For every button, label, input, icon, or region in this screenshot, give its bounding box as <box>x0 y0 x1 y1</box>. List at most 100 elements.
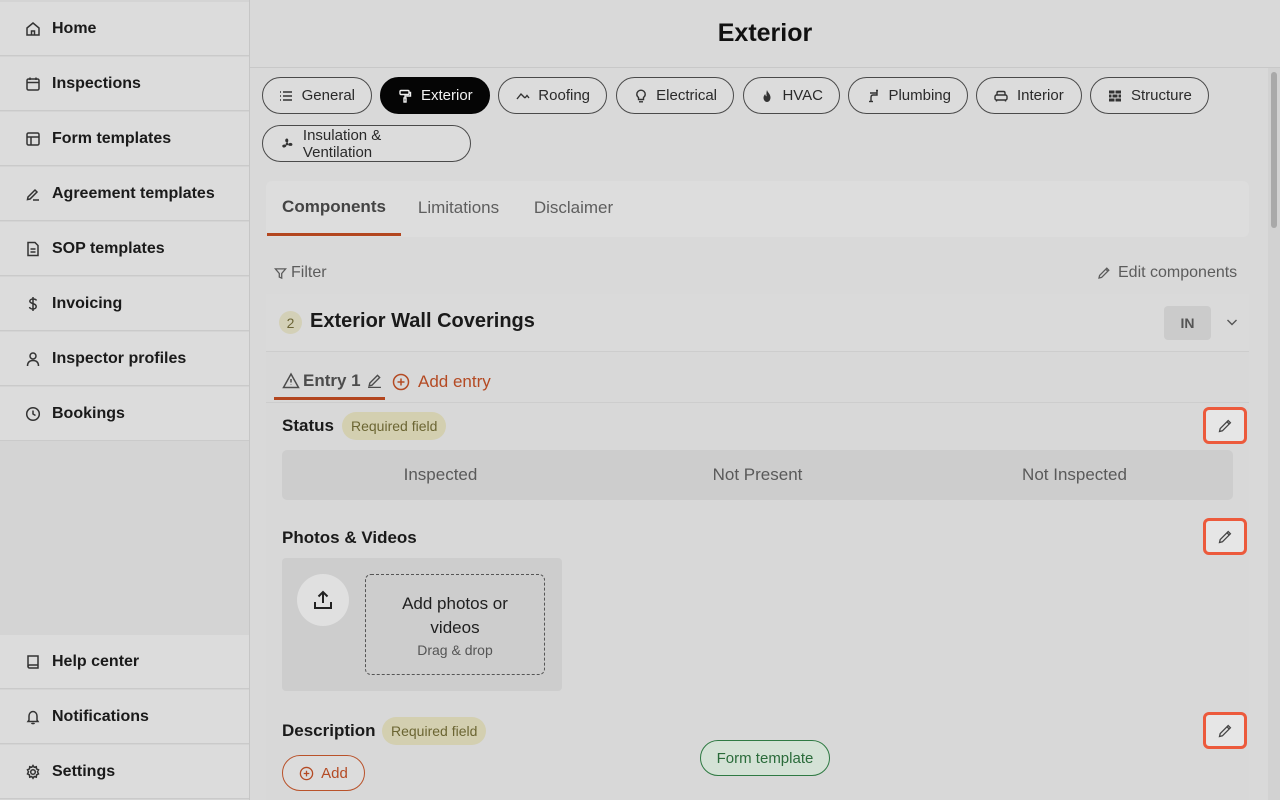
plus-circle-icon <box>299 766 314 780</box>
tab-components[interactable]: Components <box>267 181 401 236</box>
sidebar-item-label: Bookings <box>52 404 125 422</box>
lightbulb-icon <box>633 88 648 104</box>
component-title: Exterior Wall Coverings <box>310 310 535 332</box>
chip-general[interactable]: General <box>262 77 372 114</box>
chip-roofing[interactable]: Roofing <box>498 77 607 114</box>
chip-label: Interior <box>1017 87 1064 104</box>
layout-icon <box>24 130 42 148</box>
option-label: Inspected <box>403 465 478 484</box>
sidebar-item-sop-templates[interactable]: SOP templates <box>0 222 249 276</box>
pencil-icon <box>1218 724 1232 737</box>
edit-description-button[interactable] <box>1203 712 1247 749</box>
tab-disclaimer[interactable]: Disclaimer <box>516 181 631 235</box>
chip-electrical[interactable]: Electrical <box>616 77 734 114</box>
flame-icon <box>760 88 774 104</box>
chevron-down-icon[interactable] <box>1224 314 1240 330</box>
chip-structure[interactable]: Structure <box>1090 77 1209 114</box>
dropzone[interactable]: Add photos or videos Drag & drop <box>365 574 545 675</box>
sidebar-item-label: Settings <box>52 762 116 780</box>
status-label: Status <box>282 416 334 435</box>
roof-icon <box>515 88 530 104</box>
sidebar-item-label: Inspections <box>52 74 141 92</box>
description-label: Description <box>282 721 376 740</box>
user-icon <box>24 350 42 368</box>
chip-label: Structure <box>1131 87 1192 104</box>
sidebar-item-home[interactable]: Home <box>0 2 249 56</box>
filter-icon <box>274 267 287 279</box>
plus-circle-icon <box>392 373 410 391</box>
upload-button[interactable] <box>297 574 349 626</box>
chip-label: General <box>301 87 355 104</box>
sidebar-item-label: Notifications <box>52 707 149 725</box>
photos-label: Photos & Videos <box>282 528 417 547</box>
entry-label: Entry 1 <box>303 370 361 390</box>
form-template-badge[interactable]: Form template <box>700 740 830 776</box>
fan-icon <box>279 136 295 152</box>
chip-insulation-ventilation[interactable]: Insulation & Ventilation <box>262 125 471 162</box>
document-icon <box>24 240 42 258</box>
brick-icon <box>1107 88 1123 104</box>
divider <box>266 402 1249 403</box>
list-icon <box>279 88 294 104</box>
edit-status-button[interactable] <box>1203 407 1247 444</box>
filter-button[interactable]: Filter <box>274 264 327 282</box>
pencil-icon <box>1218 530 1232 543</box>
sidebar-item-notifications[interactable]: Notifications <box>0 690 249 744</box>
signature-icon <box>24 185 42 203</box>
edit-components-button[interactable]: Edit components <box>1097 264 1237 282</box>
sidebar-item-bookings[interactable]: Bookings <box>0 387 249 441</box>
bell-icon <box>24 708 42 726</box>
sidebar-item-form-templates[interactable]: Form templates <box>0 112 249 166</box>
chip-label: Electrical <box>656 87 717 104</box>
chip-hvac[interactable]: HVAC <box>743 77 840 114</box>
tab-bar: Components Limitations Disclaimer <box>266 181 1249 237</box>
sidebar-item-label: Inspector profiles <box>52 349 187 367</box>
add-entry-button[interactable]: Add entry <box>392 364 491 400</box>
add-label: Add <box>321 764 348 782</box>
status-badge: IN <box>1164 306 1211 340</box>
tab-label: Components <box>282 197 386 216</box>
chip-label: Exterior <box>421 87 473 104</box>
dollar-icon <box>24 295 42 313</box>
required-badge: Required field <box>342 412 447 440</box>
clock-icon <box>24 405 42 423</box>
sidebar-item-settings[interactable]: Settings <box>0 745 249 799</box>
sidebar-item-help-center[interactable]: Help center <box>0 635 249 689</box>
sidebar-item-label: Form templates <box>52 129 172 147</box>
status-segmented-control: Inspected Not Present Not Inspected <box>282 450 1233 500</box>
paint-roller-icon <box>397 88 413 104</box>
sidebar-item-label: Agreement templates <box>52 184 215 202</box>
pencil-icon <box>1098 267 1110 279</box>
home-icon <box>24 20 42 38</box>
status-option-not-present[interactable]: Not Present <box>599 450 916 500</box>
tab-limitations[interactable]: Limitations <box>401 181 516 235</box>
sofa-icon <box>993 88 1009 104</box>
sidebar-item-inspections[interactable]: Inspections <box>0 57 249 111</box>
chip-exterior[interactable]: Exterior <box>380 77 490 114</box>
page-title: Exterior <box>250 0 1280 68</box>
scrollbar-thumb[interactable] <box>1271 72 1277 228</box>
gear-icon <box>24 763 42 781</box>
sidebar-item-label: Invoicing <box>52 294 123 312</box>
sidebar-item-agreement-templates[interactable]: Agreement templates <box>0 167 249 221</box>
sidebar-item-label: Home <box>52 19 97 37</box>
chip-plumbing[interactable]: Plumbing <box>848 77 968 114</box>
chip-interior[interactable]: Interior <box>976 77 1082 114</box>
sidebar-item-invoicing[interactable]: Invoicing <box>0 277 249 331</box>
add-description-button[interactable]: Add <box>282 755 365 791</box>
scrollbar[interactable] <box>1268 68 1280 800</box>
faucet-icon <box>865 88 880 104</box>
component-count-badge: 2 <box>279 311 302 334</box>
pencil-icon <box>1218 419 1232 432</box>
chip-label: Insulation & Ventilation <box>302 126 382 161</box>
required-badge: Required field <box>382 717 487 745</box>
pencil-icon[interactable] <box>367 373 382 388</box>
sidebar-item-inspector-profiles[interactable]: Inspector profiles <box>0 332 249 386</box>
sidebar-item-label: SOP templates <box>52 239 165 257</box>
dropzone-hint: Drag & drop <box>417 641 493 658</box>
tab-label: Disclaimer <box>533 198 614 217</box>
status-option-inspected[interactable]: Inspected <box>282 450 599 500</box>
edit-photos-button[interactable] <box>1203 518 1247 555</box>
status-option-not-inspected[interactable]: Not Inspected <box>916 450 1233 500</box>
entry-tab[interactable]: Entry 1 <box>274 364 385 400</box>
